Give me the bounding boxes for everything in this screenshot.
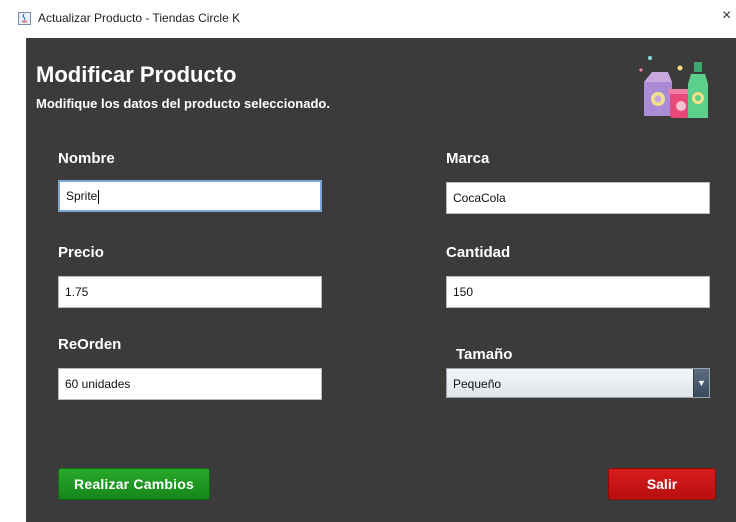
- products-icon: [639, 55, 708, 118]
- tamano-label: Tamaño: [456, 346, 513, 363]
- tamano-selected-value: Pequeño: [453, 377, 502, 391]
- window-titlebar: Actualizar Producto - Tiendas Circle K ×: [0, 0, 736, 38]
- nombre-field[interactable]: Sprite: [58, 180, 322, 212]
- chevron-down-icon[interactable]: ▼: [693, 369, 709, 397]
- java-app-icon: [18, 12, 31, 25]
- precio-value: 1.75: [65, 285, 89, 299]
- marca-field[interactable]: CocaCola: [446, 182, 710, 214]
- tamano-select[interactable]: Pequeño ▼: [446, 368, 710, 398]
- edit-product-panel: Modificar Producto Modifique los datos d…: [26, 38, 736, 522]
- nombre-value: Sprite: [66, 189, 98, 203]
- nombre-label: Nombre: [58, 150, 115, 167]
- page-title: Modificar Producto: [36, 62, 237, 87]
- page-subtitle: Modifique los datos del producto selecci…: [36, 96, 330, 111]
- cantidad-field[interactable]: 150: [446, 276, 710, 308]
- reorden-field[interactable]: 60 unidades: [58, 368, 322, 400]
- cantidad-value: 150: [453, 285, 474, 299]
- cantidad-label: Cantidad: [446, 244, 511, 261]
- realizar-cambios-button[interactable]: Realizar Cambios: [58, 468, 210, 500]
- text-caret: [98, 189, 100, 204]
- reorden-value: 60 unidades: [65, 377, 131, 391]
- marca-label: Marca: [446, 150, 490, 167]
- reorden-label: ReOrden: [58, 336, 122, 353]
- marca-value: CocaCola: [453, 191, 506, 205]
- precio-field[interactable]: 1.75: [58, 276, 322, 308]
- precio-label: Precio: [58, 244, 104, 261]
- close-window-button[interactable]: ×: [722, 8, 731, 24]
- salir-button[interactable]: Salir: [608, 468, 716, 500]
- window-title: Actualizar Producto - Tiendas Circle K: [38, 11, 241, 25]
